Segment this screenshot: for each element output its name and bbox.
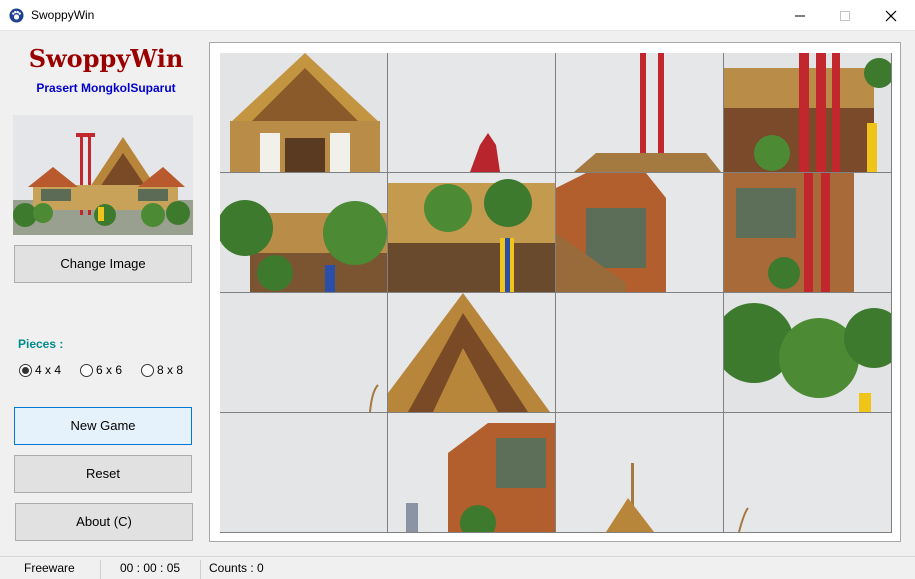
puzzle-tile[interactable] xyxy=(220,173,387,292)
puzzle-tile[interactable] xyxy=(388,53,555,172)
puzzle-tile[interactable] xyxy=(724,413,891,532)
pieces-label: Pieces : xyxy=(18,337,64,351)
radio-6x6-label: 6 x 6 xyxy=(96,363,123,377)
puzzle-tile[interactable] xyxy=(556,53,723,172)
change-image-button[interactable]: Change Image xyxy=(14,245,192,283)
puzzle-tile[interactable] xyxy=(724,173,891,292)
puzzle-tile[interactable] xyxy=(220,413,387,532)
puzzle-tile[interactable] xyxy=(220,293,387,412)
puzzle-tile[interactable] xyxy=(556,173,723,292)
maximize-icon xyxy=(840,11,850,21)
paw-icon xyxy=(9,8,24,23)
radio-selected-icon xyxy=(19,364,32,377)
radio-unselected-icon xyxy=(141,364,154,377)
status-divider xyxy=(200,560,201,579)
puzzle-tile[interactable] xyxy=(556,293,723,412)
radio-unselected-icon xyxy=(80,364,93,377)
puzzle-tile[interactable] xyxy=(220,53,387,172)
puzzle-tile[interactable] xyxy=(388,173,555,292)
sidebar: SwoppyWin Prasert MongkolSuparut Change … xyxy=(0,31,205,556)
puzzle-board xyxy=(220,53,892,533)
minimize-icon xyxy=(795,15,805,17)
puzzle-tile[interactable] xyxy=(724,53,891,172)
title-bar: SwoppyWin xyxy=(0,0,915,31)
timer-status: 00 : 00 : 05 xyxy=(120,561,181,575)
puzzle-tile[interactable] xyxy=(388,293,555,412)
author-label: Prasert MongkolSuparut xyxy=(36,81,176,95)
reset-button[interactable]: Reset xyxy=(14,455,192,493)
window-title: SwoppyWin xyxy=(31,8,95,22)
puzzle-tile[interactable] xyxy=(556,413,723,532)
minimize-button[interactable] xyxy=(777,0,823,31)
radio-8x8-label: 8 x 8 xyxy=(157,363,184,377)
new-game-button[interactable]: New Game xyxy=(14,407,192,445)
puzzle-tile[interactable] xyxy=(724,293,891,412)
close-button[interactable] xyxy=(868,0,914,31)
app-name-heading: SwoppyWin xyxy=(28,44,184,73)
status-bar: Freeware 00 : 00 : 05 Counts : 0 xyxy=(0,556,915,579)
maximize-button[interactable] xyxy=(822,0,868,31)
close-icon xyxy=(885,10,897,22)
counts-status: Counts : 0 xyxy=(209,561,264,575)
puzzle-tile[interactable] xyxy=(388,413,555,532)
license-status: Freeware xyxy=(24,561,75,575)
status-divider xyxy=(100,560,101,579)
radio-4x4-label: 4 x 4 xyxy=(35,363,62,377)
preview-thumbnail xyxy=(13,115,193,235)
about-button[interactable]: About (C) xyxy=(15,503,193,541)
